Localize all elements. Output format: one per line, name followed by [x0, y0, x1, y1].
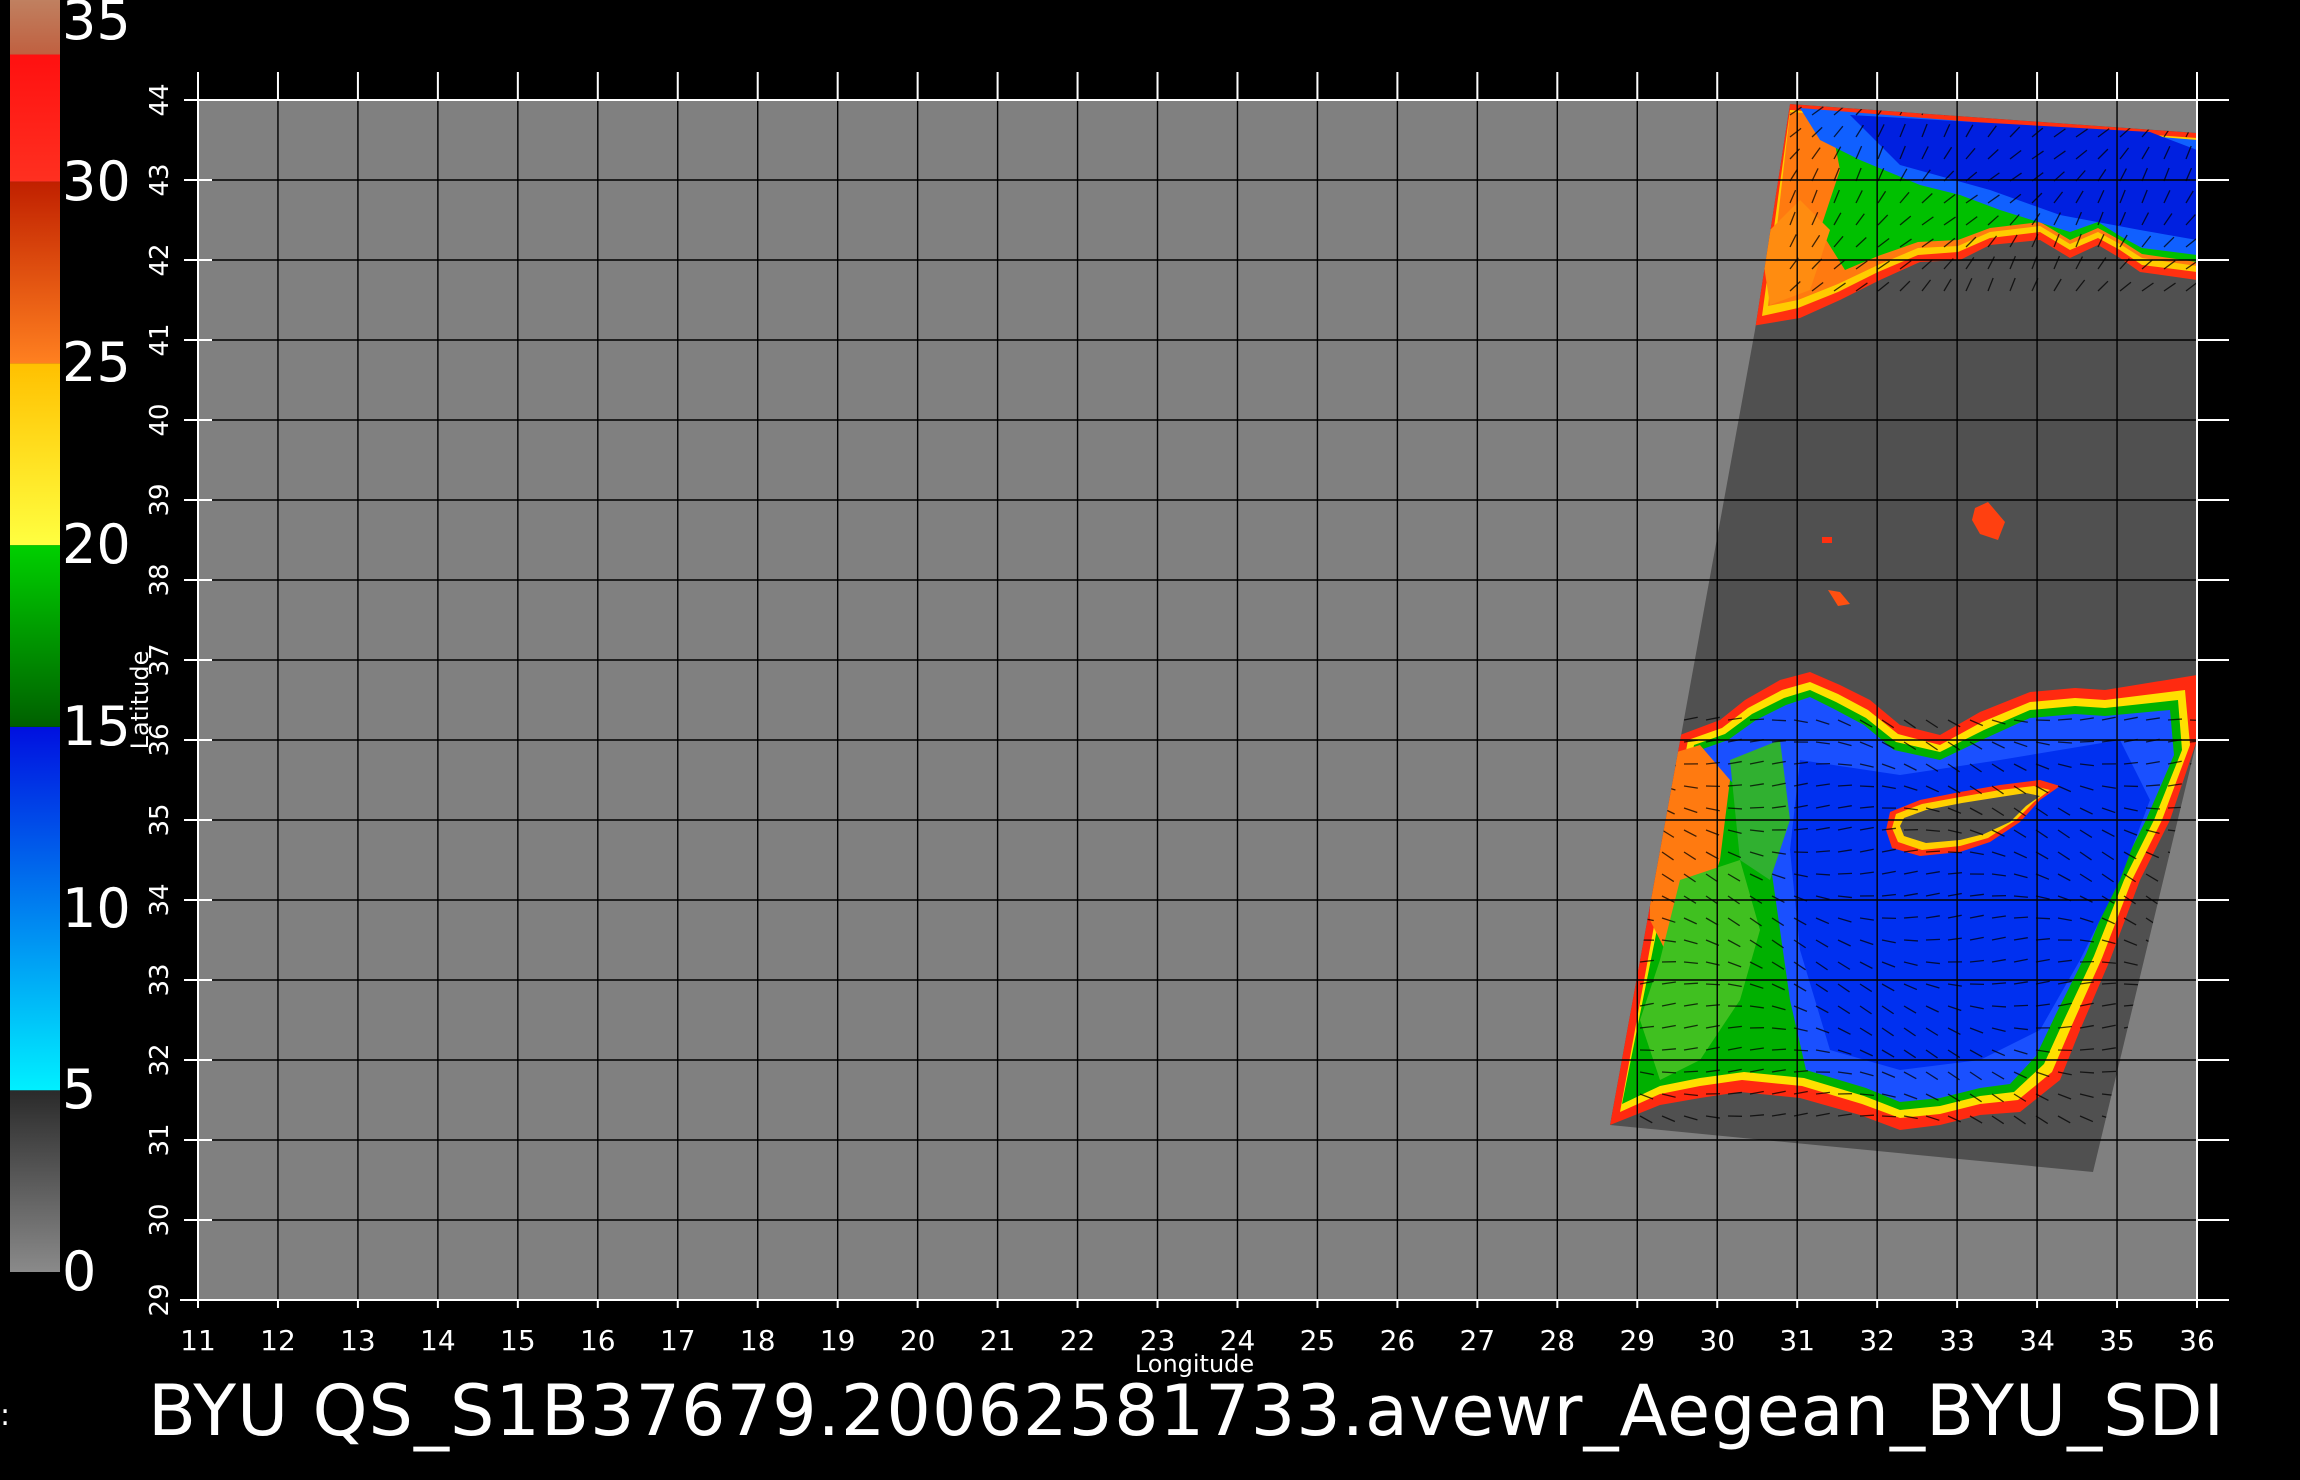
lon-tick-label: 26 [1380, 1324, 1416, 1357]
lon-tick-label: 22 [1060, 1324, 1096, 1357]
lon-tick-label: 27 [1460, 1324, 1496, 1357]
lon-tick-label: 29 [1619, 1324, 1655, 1357]
lat-tick-label: 40 [145, 403, 175, 436]
hotspot [1822, 537, 1832, 543]
lon-tick-label: 11 [180, 1324, 216, 1357]
lon-tick-label: 20 [900, 1324, 936, 1357]
y-axis-label: Latitude [126, 651, 154, 750]
lon-tick-label: 12 [260, 1324, 296, 1357]
lon-tick-label: 17 [660, 1324, 696, 1357]
lon-tick-label: 25 [1300, 1324, 1336, 1357]
lon-tick-label: 21 [980, 1324, 1016, 1357]
lat-tick-label: 38 [145, 563, 175, 596]
lat-tick-label: 33 [145, 963, 175, 996]
lon-tick-label: 32 [1859, 1324, 1895, 1357]
lat-tick-label: 34 [145, 883, 175, 916]
lon-tick-label: 18 [740, 1324, 776, 1357]
lat-tick-label: 43 [145, 163, 175, 196]
map-plot: 11 12 13 14 15 16 17 18 19 20 21 22 23 24 25 26 27 28 29 30… [126, 72, 2229, 1378]
lon-tick-label: 16 [580, 1324, 616, 1357]
lat-tick-label: 44 [145, 83, 175, 116]
lon-tick-label: 35 [2099, 1324, 2135, 1357]
lon-tick-label: 31 [1779, 1324, 1815, 1357]
lon-tick-label: 15 [500, 1324, 536, 1357]
edge-mark: : [0, 1398, 11, 1433]
lon-tick-label: 19 [820, 1324, 856, 1357]
lon-tick-label: 33 [1939, 1324, 1975, 1357]
lon-tick-label: 14 [420, 1324, 456, 1357]
lat-tick-label: 41 [145, 323, 175, 356]
figure: 35 30 25 20 15 10 5 0 11 12 13 14 15 16 17 18 19 20 21 22 2… [0, 0, 2300, 1480]
lat-tick-label: 42 [145, 243, 175, 276]
figure-caption: BYU QS_S1B37679.20062581733.avewr_Aegean… [148, 1370, 2226, 1452]
lon-tick-label: 30 [1699, 1324, 1735, 1357]
lon-tick-label: 28 [1539, 1324, 1575, 1357]
lon-tick-label: 13 [340, 1324, 376, 1357]
lat-tick-label: 29 [145, 1283, 175, 1316]
lat-tick-label: 39 [145, 483, 175, 516]
lat-tick-label: 30 [145, 1203, 175, 1236]
lon-tick-label: 36 [2179, 1324, 2215, 1357]
lon-tick-label: 34 [2019, 1324, 2055, 1357]
lat-tick-label: 31 [145, 1123, 175, 1156]
lat-tick-label: 35 [145, 803, 175, 836]
lat-tick-label: 32 [145, 1043, 175, 1076]
